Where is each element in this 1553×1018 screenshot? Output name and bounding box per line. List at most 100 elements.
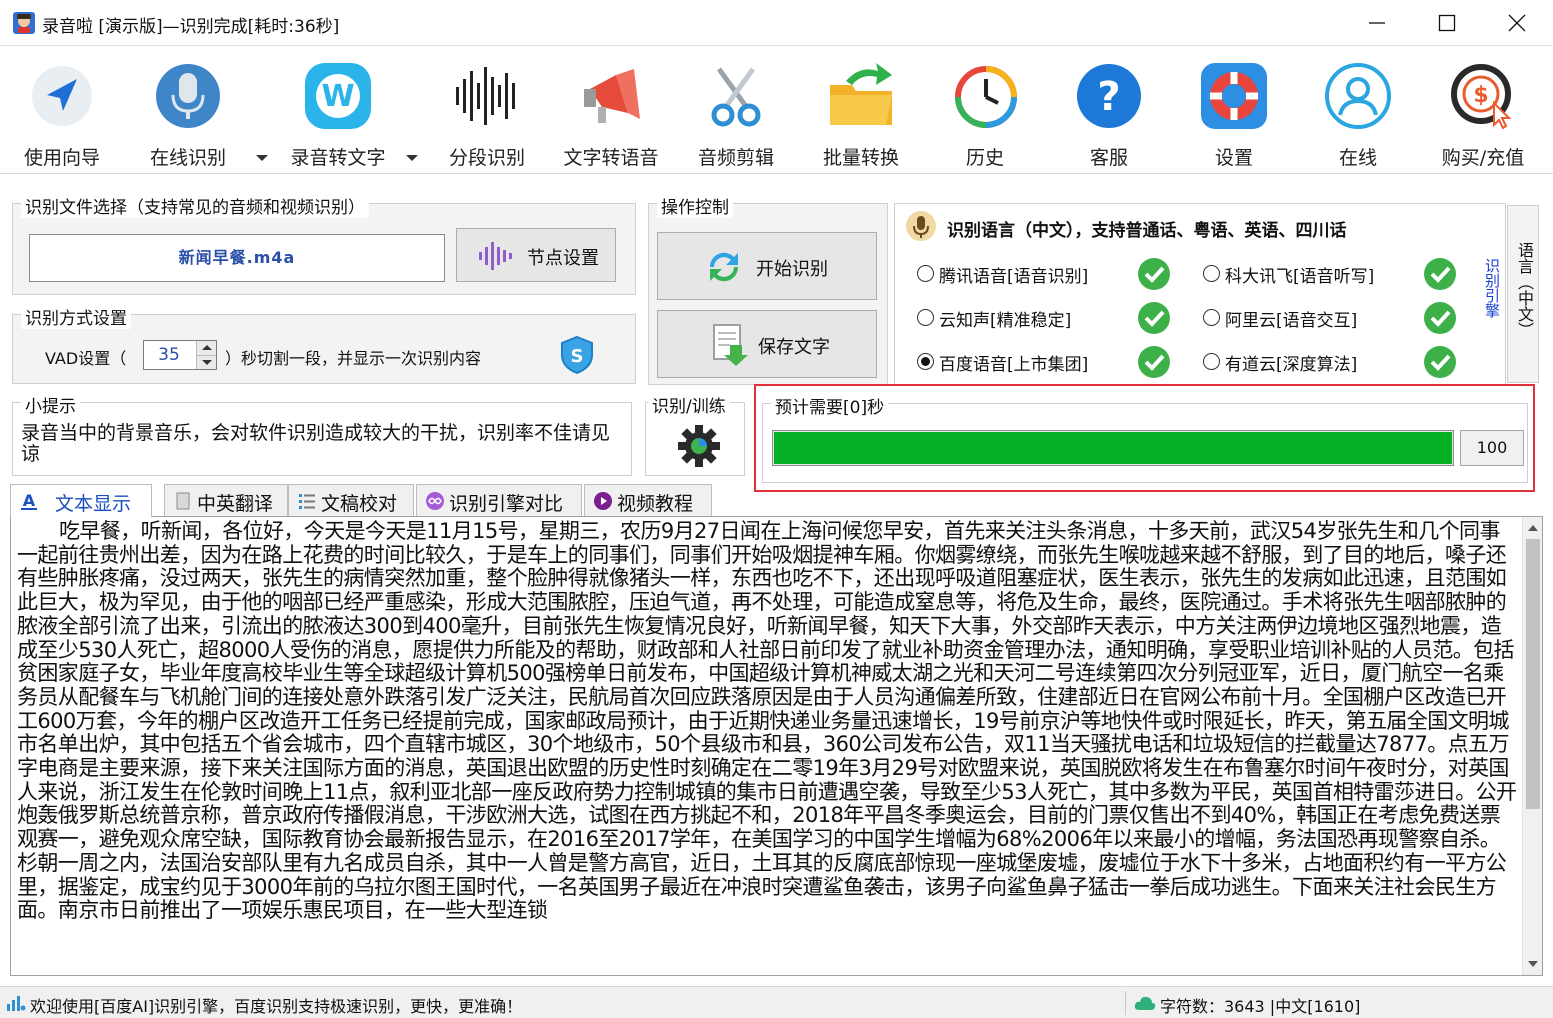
start-recognition-label: 开始识别 xyxy=(756,259,828,280)
toolbar-guide-button[interactable]: 使用向导 xyxy=(2,53,122,171)
tab-translation[interactable]: 中英翻译 xyxy=(164,484,288,516)
engine-label: 腾讯语音[语音识别] xyxy=(939,267,1089,287)
translate-doc-icon xyxy=(176,492,190,510)
toolbar-label: 历史 xyxy=(965,147,1004,169)
group-title: 操作控制 xyxy=(657,193,733,218)
svg-text:S: S xyxy=(571,346,584,367)
toolbar-label: 批量转换 xyxy=(822,147,899,169)
list-check-icon xyxy=(299,494,315,509)
recognition-result-text[interactable]: 吃早餐，听新闻，各位好，今天是今天是11月15号，星期三，农历9月27日闻在上海… xyxy=(17,519,1519,923)
check-circle-icon xyxy=(1138,346,1170,378)
toolbar-audio-edit-button[interactable]: 音频剪辑 xyxy=(676,53,796,171)
close-button[interactable] xyxy=(1482,0,1552,46)
file-selection-group: 识别文件选择（支持常见的音频和视频识别） 新闻早餐.m4a 节点设置 xyxy=(12,193,636,295)
scroll-thumb[interactable] xyxy=(1526,539,1540,809)
record-to-text-dropdown-icon[interactable] xyxy=(406,155,418,161)
toolbar-support-button[interactable]: ? 客服 xyxy=(1049,53,1169,171)
toolbar-record-to-text-button[interactable]: W 录音转文字 xyxy=(278,53,398,171)
tab-label: 中英翻译 xyxy=(197,493,274,515)
sound-wave-icon xyxy=(456,67,515,125)
tab-engine-compare[interactable]: 识别引擎对比 xyxy=(416,484,582,516)
megaphone-icon xyxy=(584,69,640,123)
help-question-icon: ? xyxy=(1077,64,1141,128)
toolbar-history-button[interactable]: 历史 xyxy=(925,53,1045,171)
navigation-arrow-icon xyxy=(32,66,92,126)
file-name-field[interactable]: 新闻早餐.m4a xyxy=(29,234,445,282)
check-circle-icon xyxy=(1424,302,1456,334)
radio-button[interactable] xyxy=(917,265,934,282)
toolbar-purchase-button[interactable]: $ 购买/充值 xyxy=(1423,53,1543,171)
progress-title: 预计需要[0]秒 xyxy=(771,393,889,418)
toolbar-label: 设置 xyxy=(1214,147,1253,169)
language-header: 识别语言（中文），支持普通话、粤语、英语、四川话 xyxy=(895,204,1505,248)
chevron-down-icon xyxy=(202,360,212,365)
dollar-coin-icon: $ xyxy=(1451,64,1512,130)
minimize-button[interactable] xyxy=(1342,0,1412,46)
text-a-icon: A xyxy=(21,491,37,510)
status-message: 欢迎使用[百度AI]识别引擎，百度识别支持极速识别，更快，更准确！ xyxy=(30,997,523,1016)
scissors-icon xyxy=(711,67,761,127)
training-gear-icon[interactable] xyxy=(676,423,722,469)
save-document-icon xyxy=(713,324,748,366)
save-text-label: 保存文字 xyxy=(758,337,830,358)
toolbar-text-to-speech-button[interactable]: 文字转语音 xyxy=(551,53,671,171)
status-bar: 欢迎使用[百度AI]识别引擎，百度识别支持极速识别，更快，更准确！ 字符数：36… xyxy=(0,986,1553,1018)
vad-seconds-stepper[interactable]: 35 xyxy=(143,340,217,370)
recognition-engine-link[interactable]: 识别引擎 xyxy=(1478,258,1501,318)
scroll-up-icon[interactable] xyxy=(1528,525,1538,531)
recognition-result-textarea[interactable]: 吃早餐，听新闻，各位好，今天是今天是11月15号，星期三，农历9月27日闻在上海… xyxy=(10,516,1543,976)
maximize-button[interactable] xyxy=(1412,0,1482,46)
tip-text: 录音当中的背景音乐，会对软件识别造成较大的干扰，识别率不佳请见谅 xyxy=(21,422,611,465)
toolbar-segment-recognition-button[interactable]: 分段识别 xyxy=(427,53,547,171)
tip-group: 小提示 录音当中的背景音乐，会对软件识别造成较大的干扰，识别率不佳请见谅 xyxy=(12,392,632,476)
engine-label: 云知声[精准稳定] xyxy=(939,311,1072,331)
progress-value: 100 xyxy=(1460,430,1524,466)
radio-button-selected[interactable] xyxy=(917,353,934,370)
tab-video-tutorial[interactable]: 视频教程 xyxy=(584,484,712,516)
group-title: 小提示 xyxy=(21,392,80,417)
toolbar-label: 文字转语音 xyxy=(563,147,659,169)
toolbar-batch-convert-button[interactable]: 批量转换 xyxy=(801,53,921,171)
stepper-down-button[interactable] xyxy=(196,355,216,369)
radio-button[interactable] xyxy=(1203,265,1220,282)
scroll-down-icon[interactable] xyxy=(1528,961,1538,967)
language-side-tab[interactable]: 语言（中文） xyxy=(1507,205,1539,383)
status-divider xyxy=(1125,991,1126,1015)
online-recognition-dropdown-icon[interactable] xyxy=(256,155,268,161)
save-text-button[interactable]: 保存文字 xyxy=(657,310,877,378)
tab-label: 文本显示 xyxy=(55,493,132,515)
chevron-up-icon xyxy=(202,345,212,350)
engine-label: 有道云[深度算法] xyxy=(1225,355,1358,375)
shield-s-icon[interactable]: S xyxy=(559,335,595,375)
radio-button[interactable] xyxy=(1203,309,1220,326)
toolbar-online-recognition-button[interactable]: 在线识别 xyxy=(128,53,248,171)
group-title: 识别方式设置 xyxy=(21,304,131,329)
refresh-arrows-icon xyxy=(709,252,739,282)
tab-label: 文稿校对 xyxy=(321,493,398,515)
user-icon xyxy=(1325,63,1391,129)
language-header-text: 识别语言（中文），支持普通话、粤语、英语、四川话 xyxy=(947,221,1347,241)
toolbar-settings-button[interactable]: 设置 xyxy=(1174,53,1294,171)
group-title: 识别文件选择（支持常见的音频和视频识别） xyxy=(21,193,369,218)
history-clock-icon xyxy=(955,66,1017,128)
node-settings-button[interactable]: 节点设置 xyxy=(456,228,616,282)
vad-seconds-value[interactable]: 35 xyxy=(144,341,194,369)
radio-button[interactable] xyxy=(917,309,934,326)
engine-label: 百度语音[上市集团] xyxy=(939,355,1089,375)
check-circle-icon xyxy=(1138,302,1170,334)
app-logo-icon xyxy=(13,12,35,34)
tab-proofread[interactable]: 文稿校对 xyxy=(288,484,414,516)
tab-text-display[interactable]: A 文本显示 xyxy=(10,484,152,517)
toolbar-label: 在线 xyxy=(1338,147,1377,169)
group-title: 识别/训练 xyxy=(648,392,730,417)
stepper-up-button[interactable] xyxy=(196,341,216,355)
toolbar-online-user-button[interactable]: 在线 xyxy=(1298,53,1418,171)
toolbar-label: 分段识别 xyxy=(448,147,525,169)
radio-button[interactable] xyxy=(1203,353,1220,370)
start-recognition-button[interactable]: 开始识别 xyxy=(657,232,877,300)
toolbar-label: 使用向导 xyxy=(23,147,100,169)
toolbar-label: 在线识别 xyxy=(149,147,226,169)
vertical-scrollbar[interactable] xyxy=(1522,517,1542,975)
tab-label: 识别引擎对比 xyxy=(449,493,564,515)
language-side-tab-label: 语言（中文） xyxy=(1515,242,1534,338)
